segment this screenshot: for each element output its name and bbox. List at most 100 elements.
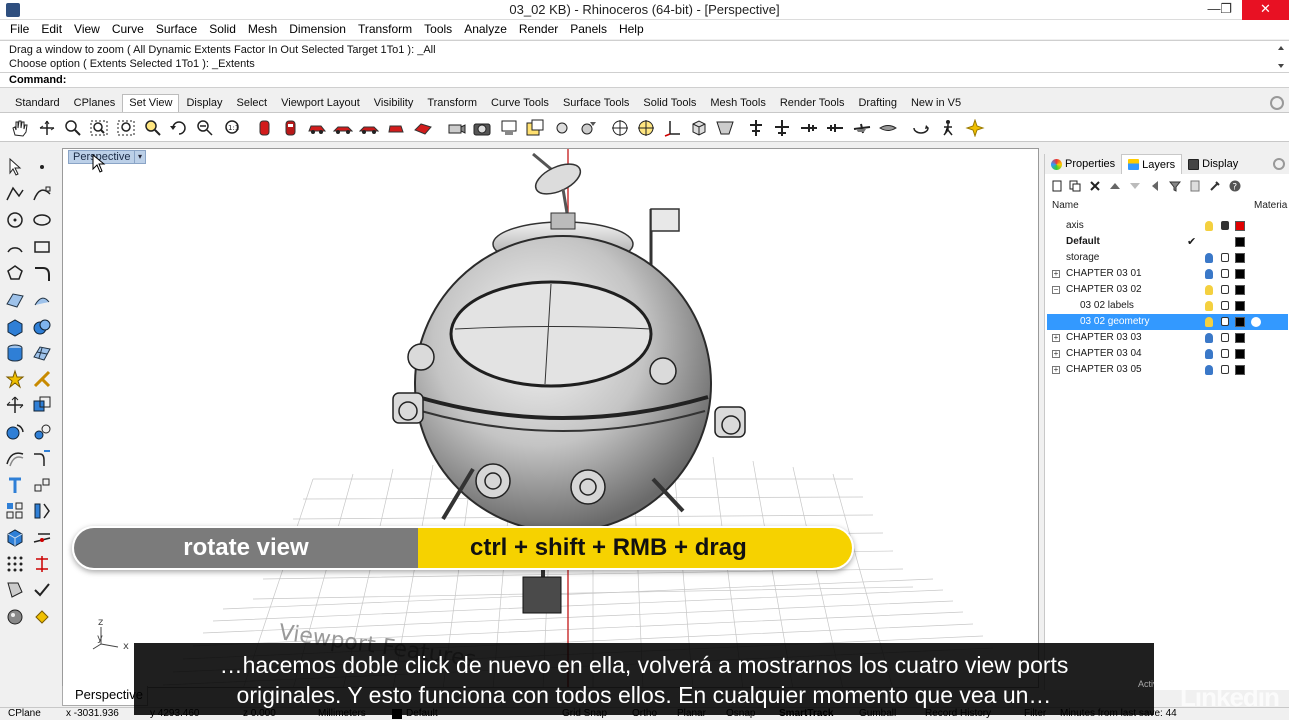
solid-box-icon[interactable] xyxy=(5,528,25,548)
expand-plus-icon[interactable]: + xyxy=(1052,334,1060,342)
menu-transform[interactable]: Transform xyxy=(352,20,418,39)
expand-plus-icon[interactable]: + xyxy=(1052,350,1060,358)
car-icon[interactable] xyxy=(359,119,379,137)
menu-analyze[interactable]: Analyze xyxy=(458,20,513,39)
move-icon[interactable] xyxy=(5,395,25,415)
menu-help[interactable]: Help xyxy=(613,20,650,39)
check-icon[interactable] xyxy=(32,580,52,600)
unlock-icon[interactable] xyxy=(1221,333,1229,342)
sphere-icon[interactable] xyxy=(578,119,598,137)
command-prompt[interactable]: Command: xyxy=(0,72,1289,88)
collapse-minus-icon[interactable]: − xyxy=(1052,286,1060,294)
menu-panels[interactable]: Panels xyxy=(564,20,613,39)
menu-render[interactable]: Render xyxy=(513,20,564,39)
car-icon[interactable] xyxy=(386,119,406,137)
extrude-icon[interactable] xyxy=(5,475,25,495)
light-bulb-icon[interactable] xyxy=(1205,221,1213,231)
curve-cv-icon[interactable] xyxy=(32,184,52,204)
tab-cplanes[interactable]: CPlanes xyxy=(67,94,123,112)
tab-mesh-tools[interactable]: Mesh Tools xyxy=(703,94,772,112)
polyline-icon[interactable] xyxy=(5,184,25,204)
select-arrow-icon[interactable] xyxy=(5,157,25,177)
zoom-selected-icon[interactable] xyxy=(143,119,163,137)
unlock-icon[interactable] xyxy=(1221,365,1229,374)
layer-row-03-02-labels[interactable]: 03 02 labels xyxy=(1047,298,1288,314)
viewport-menu-chevron-down-icon[interactable]: ▾ xyxy=(134,150,146,164)
grid-array-icon[interactable] xyxy=(5,501,25,521)
menu-edit[interactable]: Edit xyxy=(35,20,68,39)
status-cplane[interactable]: CPlane xyxy=(8,708,41,719)
scale-icon[interactable] xyxy=(32,422,52,442)
expand-plus-icon[interactable]: + xyxy=(1052,366,1060,374)
boolean-union-icon[interactable] xyxy=(32,317,52,337)
light-bulb-icon[interactable] xyxy=(1205,333,1213,343)
tab-surface-tools[interactable]: Surface Tools xyxy=(556,94,636,112)
layer-row-chapter-03-02[interactable]: − CHAPTER 03 02 xyxy=(1047,282,1288,298)
unlock-icon[interactable] xyxy=(1221,317,1229,326)
light-bulb-icon[interactable] xyxy=(1205,269,1213,279)
tab-properties[interactable]: Properties xyxy=(1045,154,1121,174)
new-layer-icon[interactable] xyxy=(1051,180,1063,192)
cube-icon[interactable] xyxy=(689,119,709,137)
camera-icon[interactable] xyxy=(446,119,466,137)
copy-icon[interactable] xyxy=(32,395,52,415)
cylinder-icon[interactable] xyxy=(5,343,25,363)
named-view-icon[interactable] xyxy=(525,119,545,137)
layer-row-default[interactable]: Default ✔ xyxy=(1047,234,1288,250)
explode-icon[interactable] xyxy=(5,369,25,389)
layer-color-swatch[interactable] xyxy=(1235,317,1245,327)
tab-display[interactable]: Display xyxy=(179,94,229,112)
menu-view[interactable]: View xyxy=(68,20,106,39)
walk-icon[interactable] xyxy=(938,119,958,137)
render-icon[interactable] xyxy=(5,607,25,627)
layer-row-storage[interactable]: storage xyxy=(1047,250,1288,266)
tab-solid-tools[interactable]: Solid Tools xyxy=(636,94,703,112)
mesh-icon[interactable] xyxy=(32,343,52,363)
loft-icon[interactable] xyxy=(32,290,52,310)
tab-viewport-layout[interactable]: Viewport Layout xyxy=(274,94,367,112)
circle-icon[interactable] xyxy=(5,210,25,230)
expand-plus-icon[interactable]: + xyxy=(1052,270,1060,278)
layer-color-swatch[interactable] xyxy=(1235,365,1245,375)
light-bulb-icon[interactable] xyxy=(1205,365,1213,375)
menu-file[interactable]: File xyxy=(4,20,35,39)
maximize-button[interactable]: ❐ xyxy=(1211,0,1241,20)
car-icon[interactable] xyxy=(333,119,353,137)
layer-list-icon[interactable] xyxy=(1189,180,1201,192)
menu-curve[interactable]: Curve xyxy=(106,20,150,39)
target-icon[interactable] xyxy=(610,119,630,137)
layer-color-swatch[interactable] xyxy=(1235,349,1245,359)
car-icon[interactable] xyxy=(413,119,433,137)
light-bulb-icon[interactable] xyxy=(1205,285,1213,295)
rotate-icon[interactable] xyxy=(37,119,57,137)
points-grid-icon[interactable] xyxy=(5,554,25,574)
point-icon[interactable] xyxy=(32,157,52,177)
menu-surface[interactable]: Surface xyxy=(150,20,203,39)
layer-row-chapter-03-04[interactable]: + CHAPTER 03 04 xyxy=(1047,346,1288,362)
menu-mesh[interactable]: Mesh xyxy=(242,20,283,39)
tools-icon[interactable] xyxy=(1209,180,1221,192)
cube-icon[interactable] xyxy=(715,119,735,137)
layer-color-swatch[interactable] xyxy=(1235,333,1245,343)
polygon-icon[interactable] xyxy=(5,263,25,283)
arc-icon[interactable] xyxy=(5,237,25,257)
new-sublayer-icon[interactable] xyxy=(1069,180,1081,192)
zoom-window-icon[interactable] xyxy=(89,119,109,137)
zoom-out-icon[interactable] xyxy=(195,119,215,137)
move-to-parent-icon[interactable] xyxy=(1149,180,1161,192)
tab-drafting[interactable]: Drafting xyxy=(851,94,904,112)
array-icon[interactable] xyxy=(32,475,52,495)
tab-new-in-v5[interactable]: New in V5 xyxy=(904,94,968,112)
tab-standard[interactable]: Standard xyxy=(8,94,67,112)
camera-icon[interactable] xyxy=(472,119,492,137)
layer-row-chapter-03-01[interactable]: + CHAPTER 03 01 xyxy=(1047,266,1288,282)
ellipse-icon[interactable] xyxy=(32,210,52,230)
mesh-tools-icon[interactable] xyxy=(32,528,52,548)
tab-select[interactable]: Select xyxy=(230,94,275,112)
zoom-1to1-icon[interactable]: 1:1 xyxy=(222,119,242,137)
material-sphere-icon[interactable] xyxy=(1251,317,1261,327)
car-icon[interactable] xyxy=(281,119,301,137)
toolbar-options-gear-icon[interactable] xyxy=(1270,96,1284,110)
plane-icon[interactable] xyxy=(852,119,872,137)
layer-color-swatch[interactable] xyxy=(1235,285,1245,295)
